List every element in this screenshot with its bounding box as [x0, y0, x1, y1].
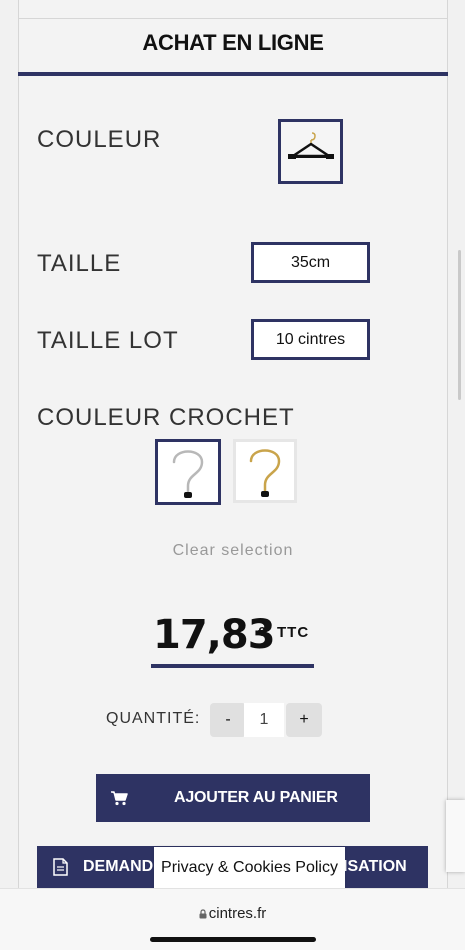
- section-title: ACHAT EN LIGNE: [142, 30, 324, 55]
- add-to-cart-label: AJOUTER AU PANIER: [174, 789, 338, 806]
- scrollbar[interactable]: [458, 250, 461, 400]
- quantity-label: QUANTITÉ:: [106, 710, 201, 727]
- quantity-input[interactable]: 1: [244, 703, 284, 737]
- recaptcha-badge[interactable]: [446, 800, 465, 872]
- lock-icon: [199, 909, 207, 919]
- quote-label-left: DEMANDE: [83, 858, 164, 875]
- quantity-increment-button[interactable]: +: [286, 703, 322, 737]
- hook-color-label: COULEUR CROCHET: [37, 404, 295, 431]
- price-underline: [151, 664, 314, 668]
- price-currency: €: [258, 624, 266, 639]
- url-text: cintres.fr: [208, 905, 267, 922]
- url-display[interactable]: cintres.fr: [0, 905, 465, 922]
- price-tax-label: TTC: [277, 624, 310, 641]
- quantity-decrement-button[interactable]: -: [210, 703, 246, 737]
- privacy-cookies-policy-button[interactable]: Privacy & Cookies Policy: [154, 847, 345, 889]
- chrome-hook-icon: [172, 450, 204, 498]
- cart-icon: [111, 791, 128, 806]
- card-top-divider: [18, 18, 448, 19]
- browser-url-bar[interactable]: cintres.fr: [0, 888, 465, 950]
- color-label: COULEUR: [37, 126, 162, 153]
- quote-label-right: ISATION: [343, 858, 407, 875]
- document-icon: [53, 858, 68, 876]
- lot-size-select[interactable]: 10 cintres: [251, 319, 370, 360]
- home-indicator: [150, 937, 316, 942]
- price-amount: 17,83: [153, 612, 276, 658]
- gold-hook-icon: [249, 449, 281, 497]
- clear-selection-link[interactable]: Clear selection: [18, 542, 448, 560]
- size-label: TAILLE: [37, 250, 122, 277]
- lot-size-label: TAILLE LOT: [37, 327, 179, 354]
- hanger-icon: [287, 131, 334, 159]
- title-underline: [18, 72, 448, 76]
- add-to-cart-button[interactable]: AJOUTER AU PANIER: [96, 774, 370, 822]
- hook-swatch-gold[interactable]: [233, 439, 297, 503]
- color-swatch-black[interactable]: [278, 119, 343, 184]
- hook-swatch-chrome[interactable]: [155, 439, 221, 505]
- size-select[interactable]: 35cm: [251, 242, 370, 283]
